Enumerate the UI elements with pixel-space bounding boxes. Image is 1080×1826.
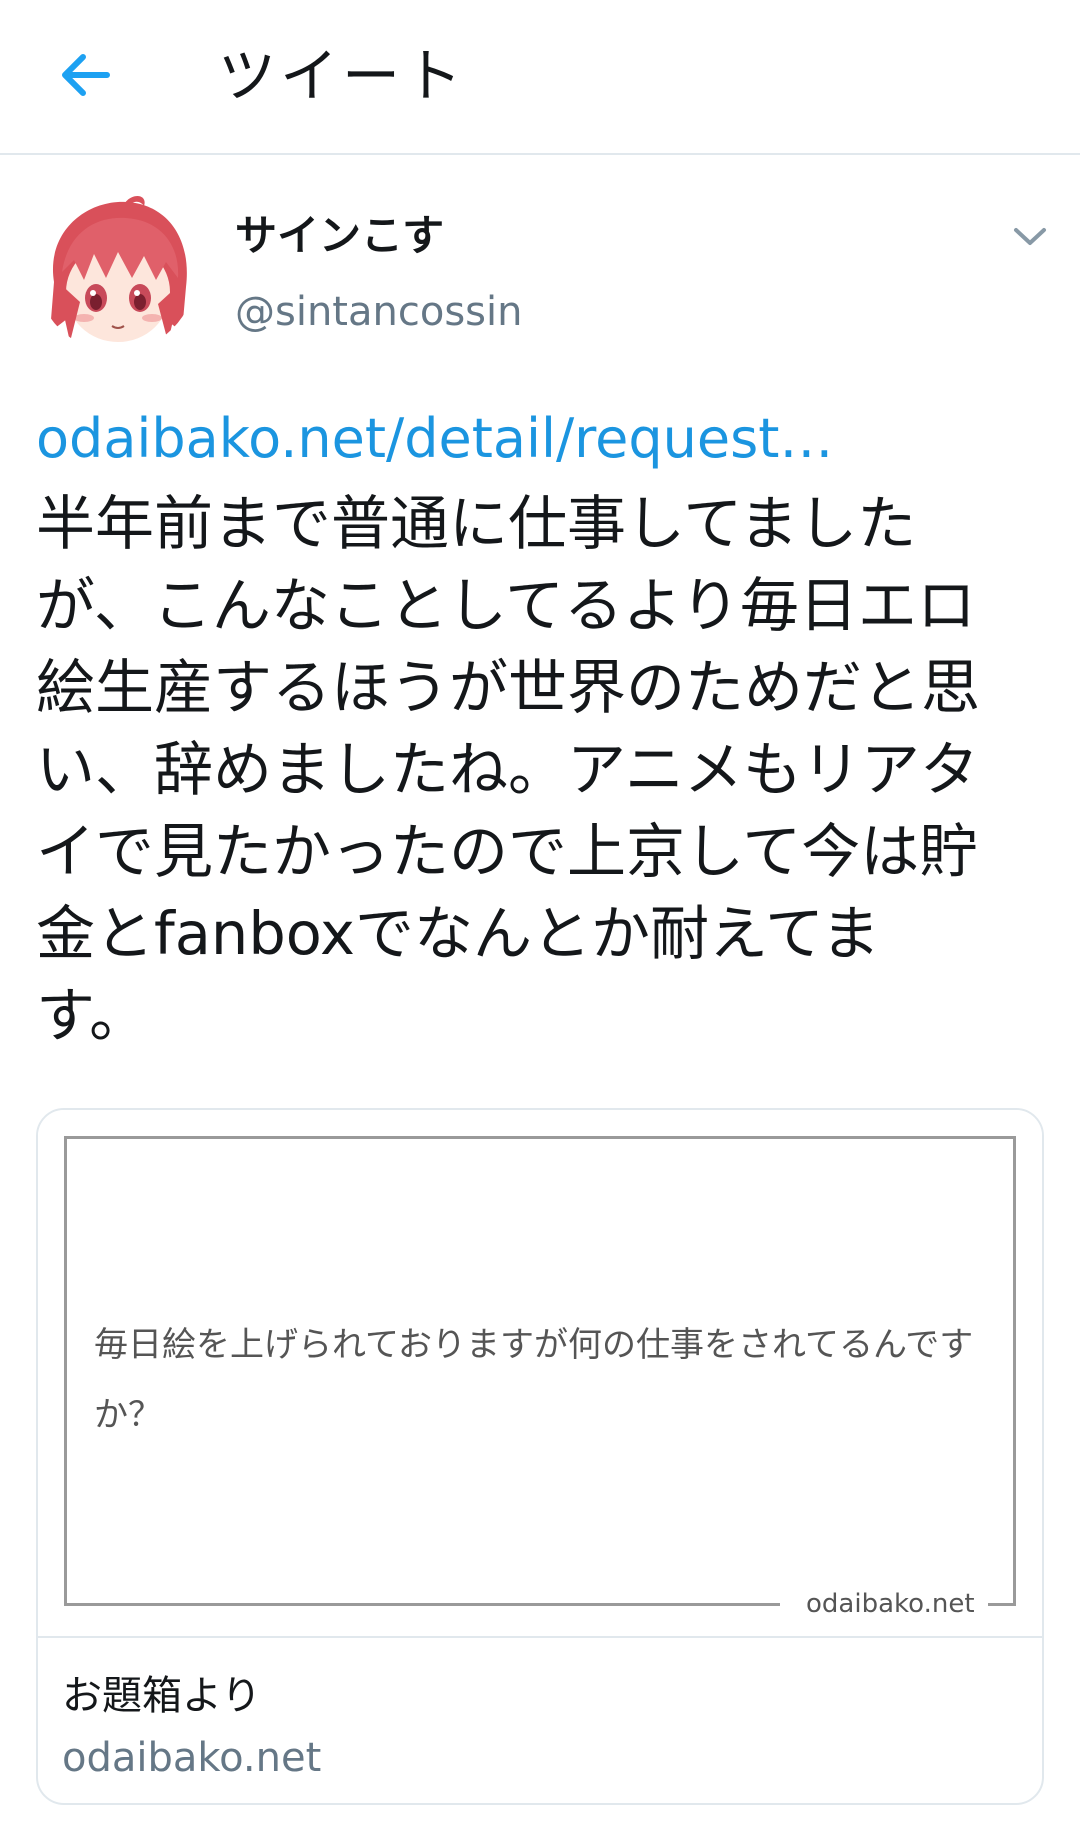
card-image-frame-divider [988,1603,1016,1606]
avatar-illustration [36,192,196,352]
card-image-question: 毎日絵を上げられておりますが何の仕事をされてるんですか？ [94,1325,974,1435]
tweet-text-line: 半年前まで普通に仕事してました [36,489,917,558]
top-bar: ツイート [0,0,1080,155]
tweet-text-line: す。 [36,981,149,1050]
tweet-text-line: イで見たかったので上京して今は貯 [36,817,979,886]
back-button[interactable] [40,30,130,120]
tweet-menu-button[interactable] [1000,212,1060,262]
avatar[interactable] [36,192,196,352]
tweet-text-line: い、辞めましたね。アニメもリアタ [36,735,979,804]
card-title: お題箱より [62,1673,262,1719]
card-image-domain: odaibako.net [806,1589,975,1619]
arrow-left-icon [62,54,110,96]
tweet-text: 半年前まで普通に仕事してました が、こんなことしてるより毎日エロ 絵生産するほう… [36,483,1046,1057]
tweet-text-line: 金とfanboxでなんとか耐えてま [36,899,881,968]
card-footer: お題箱より odaibako.net [38,1636,1042,1803]
tweet-text-line: 絵生産するほうが世界のためだと思 [36,653,981,722]
page-title: ツイート [218,42,467,110]
user-handle[interactable]: @sintancossin [235,284,522,340]
card-image: 毎日絵を上げられておりますが何の仕事をされてるんですか？ odaibako.ne… [38,1110,1042,1636]
card-domain: odaibako.net [62,1735,322,1781]
tweet-link[interactable]: odaibako.net/detail/request… [36,403,833,475]
card-image-frame-divider [64,1603,780,1606]
chevron-down-icon [1014,228,1046,245]
link-card[interactable]: 毎日絵を上げられておりますが何の仕事をされてるんですか？ odaibako.ne… [36,1108,1044,1805]
display-name[interactable]: サインこす [235,208,444,264]
tweet-text-line: が、こんなことしてるより毎日エロ [36,571,976,640]
